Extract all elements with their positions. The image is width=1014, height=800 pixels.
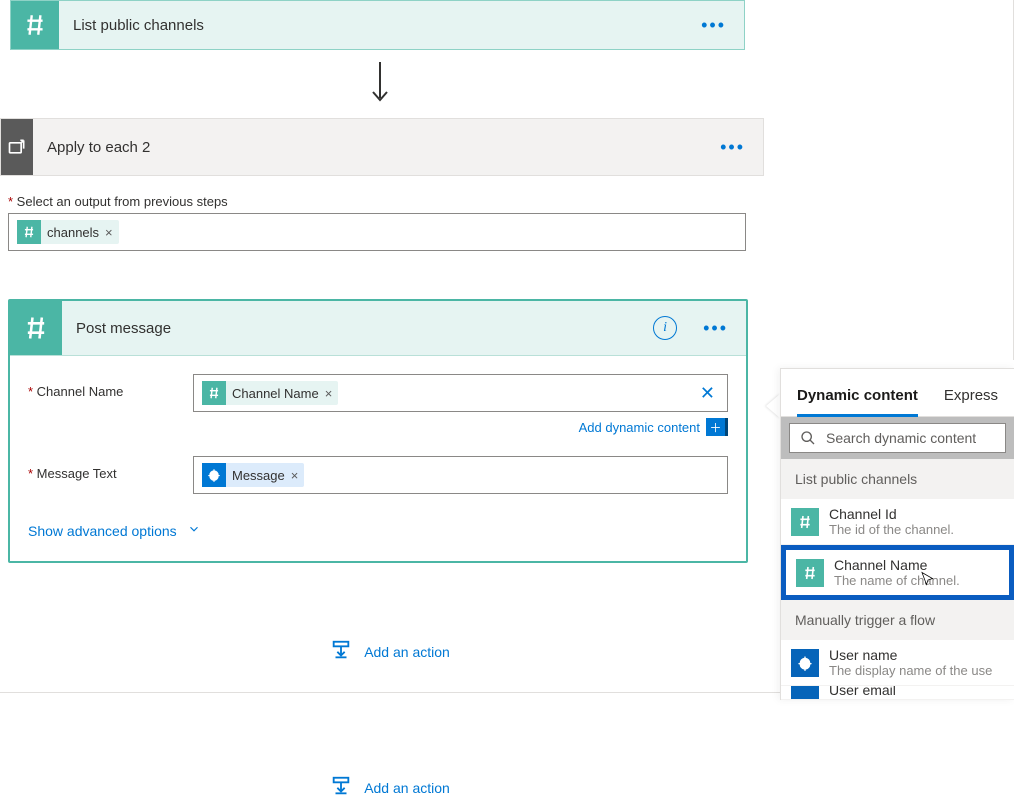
slack-hash-icon	[10, 301, 62, 355]
chevron-down-icon	[187, 522, 201, 539]
add-dynamic-content-link[interactable]: Add dynamic content	[579, 420, 700, 435]
token-pill-channel-name[interactable]: Channel Name ×	[202, 381, 338, 405]
tab-dynamic-content[interactable]: Dynamic content	[797, 387, 918, 417]
dc-item-user-email[interactable]: User email	[781, 686, 1014, 700]
dc-item-name: Channel Id	[829, 506, 954, 522]
select-output-input[interactable]: channels ×	[8, 213, 746, 251]
dc-item-desc: The name of channel.	[834, 573, 960, 588]
pill-remove-icon[interactable]: ×	[105, 225, 113, 240]
dc-section-header: List public channels	[781, 459, 1014, 499]
message-text-input[interactable]: Message ×	[193, 456, 728, 494]
dc-item-desc: The display name of the use	[829, 663, 992, 678]
add-action-button-inner[interactable]: Add an action	[330, 639, 450, 664]
info-icon[interactable]: i	[653, 316, 677, 340]
add-action-label: Add an action	[364, 780, 450, 796]
dc-item-channel-name[interactable]: Channel Name The name of channel.	[781, 545, 1014, 600]
dc-item-name: User email	[829, 686, 896, 698]
step-list-public-channels[interactable]: List public channels •••	[10, 0, 745, 50]
loop-icon	[1, 119, 33, 175]
cursor-icon	[919, 571, 937, 589]
dc-item-name: User name	[829, 647, 992, 663]
pill-remove-icon[interactable]: ×	[291, 468, 299, 483]
step-apply-to-each[interactable]: Apply to each 2 •••	[0, 118, 764, 176]
arrow-down-icon	[0, 50, 780, 118]
post-message-header[interactable]: Post message i •••	[10, 301, 746, 356]
add-action-label: Add an action	[364, 644, 450, 660]
token-pill-channels[interactable]: channels ×	[17, 220, 119, 244]
more-menu-icon[interactable]: •••	[702, 137, 763, 158]
dc-item-user-name[interactable]: User name The display name of the use	[781, 640, 1014, 686]
dc-item-desc: The id of the channel.	[829, 522, 954, 537]
search-placeholder: Search dynamic content	[826, 430, 976, 446]
hash-icon	[791, 508, 819, 536]
more-menu-icon[interactable]: •••	[685, 318, 746, 339]
step-post-message: Post message i ••• Channel Name Channel …	[8, 299, 748, 563]
trigger-icon	[791, 649, 819, 677]
insert-action-icon	[330, 775, 352, 800]
step-title: Post message	[62, 320, 653, 337]
dc-section-header: Manually trigger a flow	[781, 600, 1014, 640]
add-action-button-outer[interactable]: Add an action	[330, 775, 450, 800]
pill-remove-icon[interactable]: ×	[325, 386, 333, 401]
channel-name-label: Channel Name	[28, 374, 193, 399]
pill-label: Message	[232, 468, 285, 483]
pill-label: Channel Name	[232, 386, 319, 401]
message-text-label: Message Text	[28, 456, 193, 481]
more-menu-icon[interactable]: •••	[683, 15, 744, 36]
dc-item-channel-id[interactable]: Channel Id The id of the channel.	[781, 499, 1014, 545]
search-icon	[800, 430, 816, 446]
hash-icon	[796, 559, 824, 587]
hash-icon	[17, 220, 41, 244]
step-title: Apply to each 2	[33, 139, 702, 156]
dc-item-name: Channel Name	[834, 557, 960, 573]
trigger-icon	[791, 686, 819, 700]
hash-icon	[202, 381, 226, 405]
dynamic-content-panel: Dynamic content Express Search dynamic c…	[780, 368, 1014, 700]
search-input[interactable]: Search dynamic content	[789, 423, 1006, 453]
show-advanced-options-link[interactable]: Show advanced options	[28, 522, 201, 539]
clear-input-icon[interactable]: ✕	[696, 383, 719, 404]
channel-name-input[interactable]: Channel Name × ✕	[193, 374, 728, 412]
slack-hash-icon	[11, 1, 59, 49]
panel-pointer-icon	[766, 394, 780, 418]
add-dynamic-content-button[interactable]: ＋	[706, 418, 728, 436]
token-pill-message[interactable]: Message ×	[202, 463, 304, 487]
trigger-icon	[202, 463, 226, 487]
pill-label: channels	[47, 225, 99, 240]
step-title: List public channels	[59, 17, 683, 34]
tab-expression[interactable]: Express	[944, 387, 998, 416]
select-output-label: Select an output from previous steps	[8, 194, 780, 209]
insert-action-icon	[330, 639, 352, 664]
